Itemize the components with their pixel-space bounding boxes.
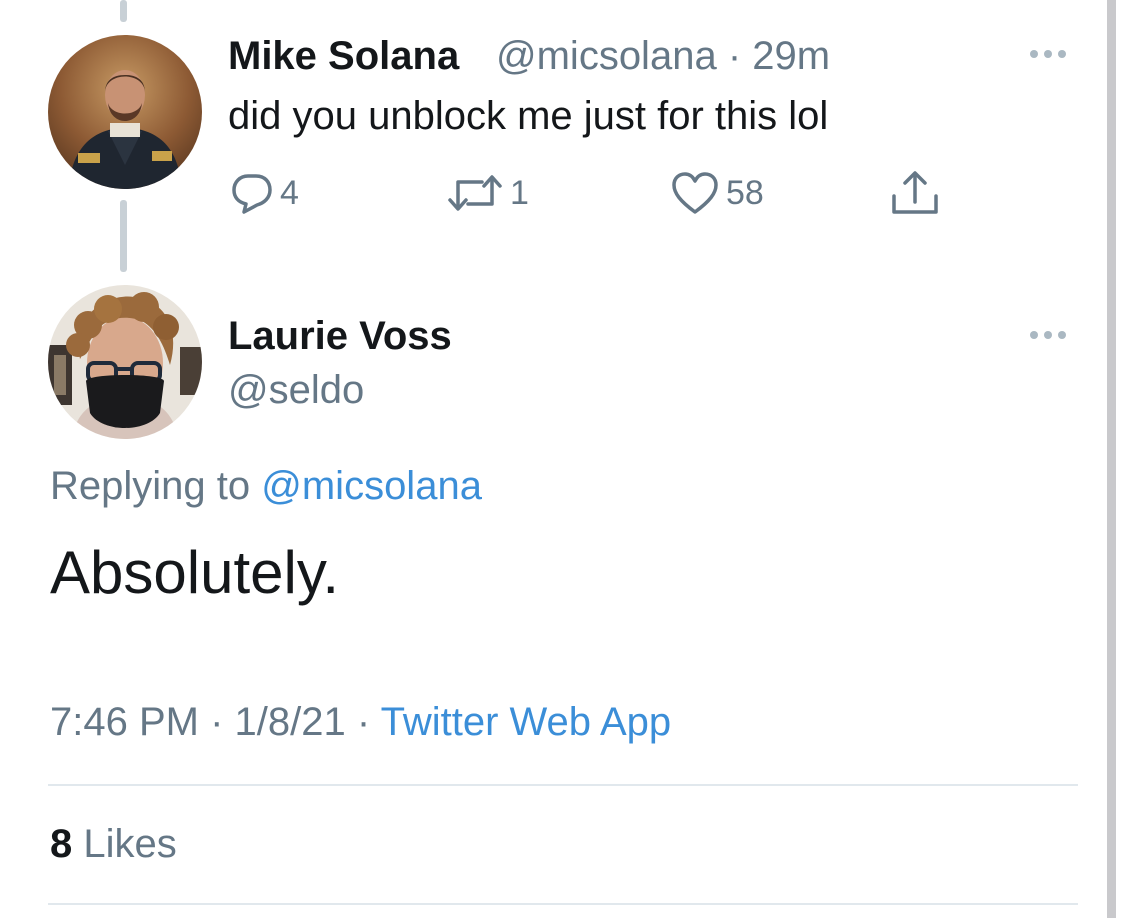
main-tweet-text: Absolutely. (50, 539, 340, 606)
replying-to-label: Replying to (50, 464, 251, 508)
dot-icon (1030, 50, 1038, 58)
timestamp-separator: · (210, 700, 224, 744)
tweet-date[interactable]: 1/8/21 (235, 700, 346, 744)
retweet-count: 1 (510, 173, 529, 212)
tweet-time[interactable]: 7:46 PM (50, 700, 199, 744)
share-button[interactable] (888, 168, 942, 218)
replying-to: Replying to @micsolana (50, 464, 482, 509)
more-options-button[interactable] (1030, 50, 1066, 58)
share-upload-icon (892, 171, 938, 214)
retweet-icon (448, 175, 502, 211)
tweet-handle[interactable]: @seldo (228, 368, 364, 413)
tweet-timestamp-line: 7:46 PM · 1/8/21 · Twitter Web App (50, 700, 671, 745)
likes-summary[interactable]: 8 Likes (50, 822, 177, 867)
likes-label: Likes (83, 822, 177, 866)
tweet-handle[interactable]: @micsolana · 29m (496, 34, 830, 79)
avatar-mike-solana[interactable] (48, 35, 202, 189)
thread-connector-top (120, 0, 127, 22)
likes-count: 8 (50, 822, 73, 866)
tweet-source-link[interactable]: Twitter Web App (381, 700, 672, 744)
dot-icon (1030, 331, 1038, 339)
dot-icon (1044, 50, 1052, 58)
reply-bubble-icon (232, 174, 272, 214)
dot-icon (1058, 331, 1066, 339)
heart-icon (672, 172, 718, 214)
avatar-laurie-voss[interactable] (48, 285, 202, 439)
reply-count: 4 (280, 173, 299, 212)
painted-portrait-avatar (48, 35, 202, 189)
timestamp-separator: · (356, 700, 371, 744)
divider (48, 903, 1078, 905)
tweet-time-ago[interactable]: 29m (752, 34, 830, 78)
retweet-button[interactable]: 1 (446, 172, 529, 214)
dot-icon (1044, 331, 1052, 339)
tweet-separator: · (727, 34, 742, 78)
replying-to-link[interactable]: @micsolana (261, 464, 482, 508)
dot-icon (1058, 50, 1066, 58)
scrollbar[interactable] (1107, 0, 1125, 918)
reply-button[interactable]: 4 (230, 172, 299, 214)
tweet-display-name[interactable]: Mike Solana (228, 34, 459, 79)
tweet-display-name[interactable]: Laurie Voss (228, 314, 452, 359)
tweet-text: did you unblock me just for this lol (228, 94, 829, 138)
divider (48, 784, 1078, 786)
masked-person-avatar (48, 285, 202, 439)
like-count: 58 (726, 173, 764, 212)
like-button[interactable]: 58 (670, 170, 764, 216)
thread-connector (120, 200, 127, 272)
tweet-handle-text[interactable]: @micsolana (496, 34, 717, 78)
more-options-button[interactable] (1030, 331, 1066, 339)
